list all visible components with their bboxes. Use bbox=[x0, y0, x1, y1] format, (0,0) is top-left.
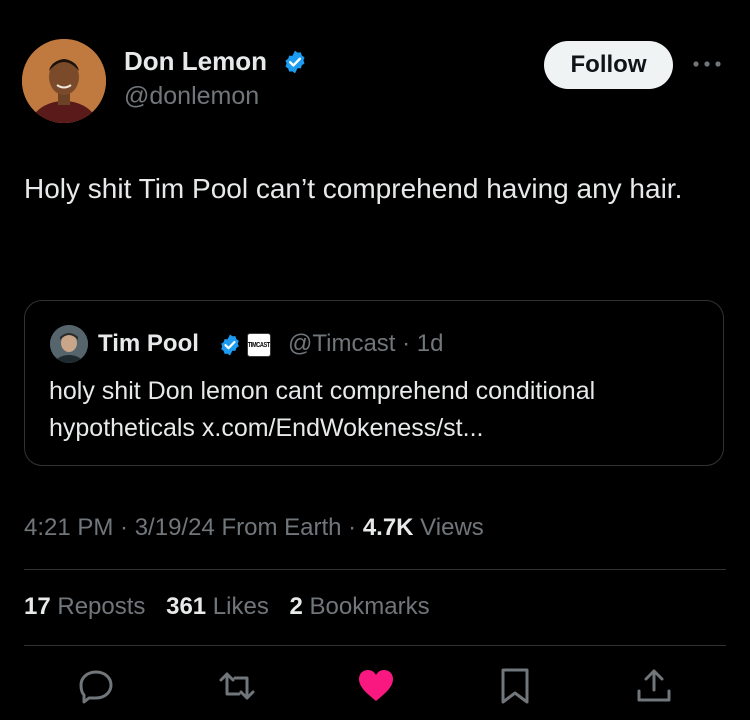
affiliate-badge-icon[interactable]: TIMCAST bbox=[247, 333, 271, 357]
follow-button[interactable]: Follow bbox=[544, 41, 673, 89]
verified-badge-icon bbox=[285, 50, 305, 74]
author-handle[interactable]: @donlemon bbox=[124, 82, 259, 111]
tweet-timestamp[interactable]: 4:21 PM · 3/19/24 From Earth · bbox=[24, 514, 363, 541]
bookmarks-count: 2 bbox=[289, 593, 303, 620]
quote-verified-badge-icon bbox=[221, 334, 239, 356]
views-label: Views bbox=[413, 514, 484, 541]
tweet-text: Holy shit Tim Pool can’t comprehend havi… bbox=[24, 173, 683, 204]
reposts-label: Reposts bbox=[50, 593, 146, 620]
reposts-count: 17 bbox=[24, 593, 51, 620]
quote-author-name[interactable]: Tim Pool bbox=[98, 330, 199, 358]
engagement-stats: 17 Reposts 361 Likes 2 Bookmarks bbox=[24, 593, 444, 621]
bookmarks-stat[interactable]: 2 Bookmarks bbox=[290, 593, 430, 620]
affiliate-badge-text: TIMCAST bbox=[247, 341, 271, 349]
quoted-tweet-card[interactable]: Tim Pool TIMCAST @Timcast · 1d holy shit… bbox=[24, 300, 724, 466]
likes-count: 361 bbox=[166, 593, 207, 620]
quote-text: holy shit Don lemon cant comprehend cond… bbox=[49, 377, 596, 442]
more-options-icon[interactable] bbox=[690, 58, 724, 70]
tweet-meta: 4:21 PM · 3/19/24 From Earth · 4.7K View… bbox=[24, 514, 484, 542]
divider bbox=[24, 569, 726, 570]
bookmarks-label: Bookmarks bbox=[302, 593, 430, 620]
reposts-stat[interactable]: 17 Reposts bbox=[24, 593, 145, 620]
author-name[interactable]: Don Lemon bbox=[124, 46, 267, 77]
views-count: 4.7K bbox=[362, 514, 414, 541]
likes-label: Likes bbox=[206, 593, 269, 620]
author-avatar[interactable] bbox=[22, 39, 106, 123]
divider bbox=[24, 645, 726, 646]
quote-author-handle-time[interactable]: @Timcast · 1d bbox=[288, 330, 444, 358]
repost-icon[interactable] bbox=[217, 666, 257, 706]
quote-author-avatar[interactable] bbox=[50, 325, 88, 363]
reply-icon[interactable] bbox=[76, 666, 116, 706]
likes-stat[interactable]: 361 Likes bbox=[166, 593, 269, 620]
heart-icon[interactable] bbox=[356, 666, 396, 706]
share-icon[interactable] bbox=[634, 666, 674, 706]
bookmark-icon[interactable] bbox=[495, 666, 535, 706]
